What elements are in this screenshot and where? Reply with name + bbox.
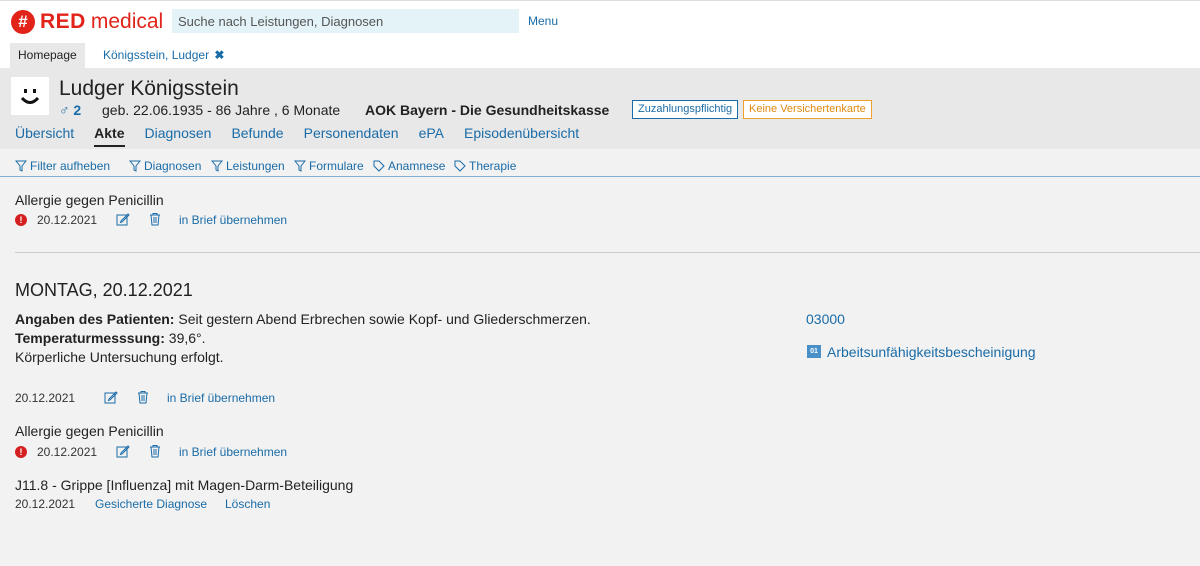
tab-patient[interactable]: Königsstein, Ludger ✖	[95, 43, 232, 68]
filter-formulare-label: Formulare	[309, 159, 364, 173]
anamnesis-label: Angaben des Patienten:	[15, 311, 175, 327]
tag-icon	[373, 160, 385, 172]
brief-link[interactable]: in Brief übernehmen	[179, 213, 287, 227]
filter-clear-label: Filter aufheben	[30, 159, 111, 173]
trash-icon[interactable]	[136, 390, 150, 404]
nav-epa[interactable]: ePA	[419, 125, 444, 141]
gender-count: 2	[73, 102, 82, 118]
brief-link[interactable]: in Brief übernehmen	[179, 445, 287, 459]
allergy-date: 20.12.2021	[37, 445, 98, 459]
patient-header: Ludger Königsstein ♂ 2 geb. 22.06.1935 -…	[0, 68, 1200, 149]
nav-diagnosen[interactable]: Diagnosen	[145, 125, 212, 141]
trash-icon[interactable]	[148, 212, 162, 226]
service-code-link[interactable]: 03000	[806, 311, 845, 327]
temperature-label: Temperaturmesssung:	[15, 330, 165, 346]
funnel-icon	[15, 160, 27, 172]
insurer-name: AOK Bayern - Die Gesundheitskasse	[365, 102, 610, 118]
sick-note-link[interactable]: Arbeitsunfähigkeitsbescheinigung	[827, 344, 1036, 360]
tab-patient-label: Königsstein, Ludger	[103, 48, 210, 62]
nav-personendaten[interactable]: Personendaten	[304, 125, 399, 141]
nav-befunde[interactable]: Befunde	[231, 125, 283, 141]
nav-uebersicht[interactable]: Übersicht	[15, 125, 74, 141]
day-heading: MONTAG, 20.12.2021	[15, 280, 193, 300]
brief-link[interactable]: in Brief übernehmen	[167, 391, 275, 405]
copay-badge[interactable]: Zuzahlungspflichtig	[632, 100, 739, 119]
filter-therapie[interactable]: Therapie	[454, 159, 516, 173]
temperature-value: 39,6°.	[164, 330, 206, 346]
top-bar: # RED medical Menu	[0, 0, 1200, 42]
insurance-card-badge[interactable]: Keine Versichertenkarte	[743, 100, 872, 119]
filter-anamnese-label: Anamnese	[388, 159, 446, 173]
nav-akte[interactable]: Akte	[94, 125, 125, 147]
avatar	[11, 77, 49, 115]
trash-icon[interactable]	[148, 444, 162, 458]
filter-diagnosen[interactable]: Diagnosen	[129, 159, 201, 173]
diagnosis-title: J11.8 - Grippe [Influenza] mit Magen-Dar…	[15, 477, 354, 493]
funnel-icon	[211, 160, 223, 172]
filter-anamnese[interactable]: Anamnese	[373, 159, 445, 173]
edit-icon[interactable]	[116, 212, 130, 226]
filter-leistungen[interactable]: Leistungen	[211, 159, 285, 173]
app-logo[interactable]: # RED medical	[11, 10, 163, 34]
diagnosis-status-link[interactable]: Gesicherte Diagnose	[95, 497, 207, 511]
logo-text-red: RED	[40, 10, 86, 33]
close-icon[interactable]: ✖	[214, 48, 224, 62]
delete-diagnosis-link[interactable]: Löschen	[225, 497, 270, 511]
birth-info: geb. 22.06.1935 - 86 Jahre , 6 Monate	[102, 102, 341, 118]
diagnosis-date: 20.12.2021	[15, 497, 76, 511]
filter-diagnosen-label: Diagnosen	[144, 159, 202, 173]
examination-line: Körperliche Untersuchung erfolgt.	[15, 349, 224, 365]
filter-therapie-label: Therapie	[469, 159, 517, 173]
pinned-allergy-date: 20.12.2021	[37, 213, 98, 227]
logo-text-medical: medical	[90, 10, 164, 33]
nav-episodenuebersicht[interactable]: Episodenübersicht	[464, 125, 579, 141]
tab-homepage[interactable]: Homepage	[10, 43, 85, 68]
anamnesis-text: Seit gestern Abend Erbrechen sowie Kopf-…	[174, 311, 591, 327]
patient-nav: Übersicht Akte Diagnosen Befunde Persone…	[15, 125, 599, 147]
gender-indicator[interactable]: ♂ 2	[59, 102, 81, 118]
filter-clear[interactable]: Filter aufheben	[15, 159, 110, 173]
patient-name: Ludger Königsstein	[59, 77, 239, 100]
pinned-allergy-title: Allergie gegen Penicillin	[15, 192, 164, 208]
allergy-title: Allergie gegen Penicillin	[15, 423, 164, 439]
male-icon: ♂	[59, 102, 70, 118]
filter-bar: Filter aufheben Diagnosen Leistungen For…	[0, 149, 1200, 177]
temperature-line: Temperaturmesssung: 39,6°.	[15, 330, 206, 346]
anamnesis-line-1: Angaben des Patienten: Seit gestern Aben…	[15, 311, 591, 327]
filter-leistungen-label: Leistungen	[226, 159, 285, 173]
menu-link[interactable]: Menu	[528, 14, 558, 28]
entry-date: 20.12.2021	[15, 391, 76, 405]
warning-icon: !	[15, 446, 27, 458]
document-badge: 01	[807, 345, 821, 358]
smiley-icon	[20, 89, 40, 104]
edit-icon[interactable]	[104, 390, 118, 404]
section-divider	[15, 252, 1200, 253]
logo-icon: #	[11, 10, 35, 34]
funnel-icon	[294, 160, 306, 172]
tag-icon	[454, 160, 466, 172]
filter-formulare[interactable]: Formulare	[294, 159, 364, 173]
search-input[interactable]	[172, 9, 519, 33]
edit-icon[interactable]	[116, 444, 130, 458]
funnel-icon	[129, 160, 141, 172]
warning-icon: !	[15, 214, 27, 226]
tab-strip: Homepage Königsstein, Ludger ✖	[0, 42, 1200, 68]
